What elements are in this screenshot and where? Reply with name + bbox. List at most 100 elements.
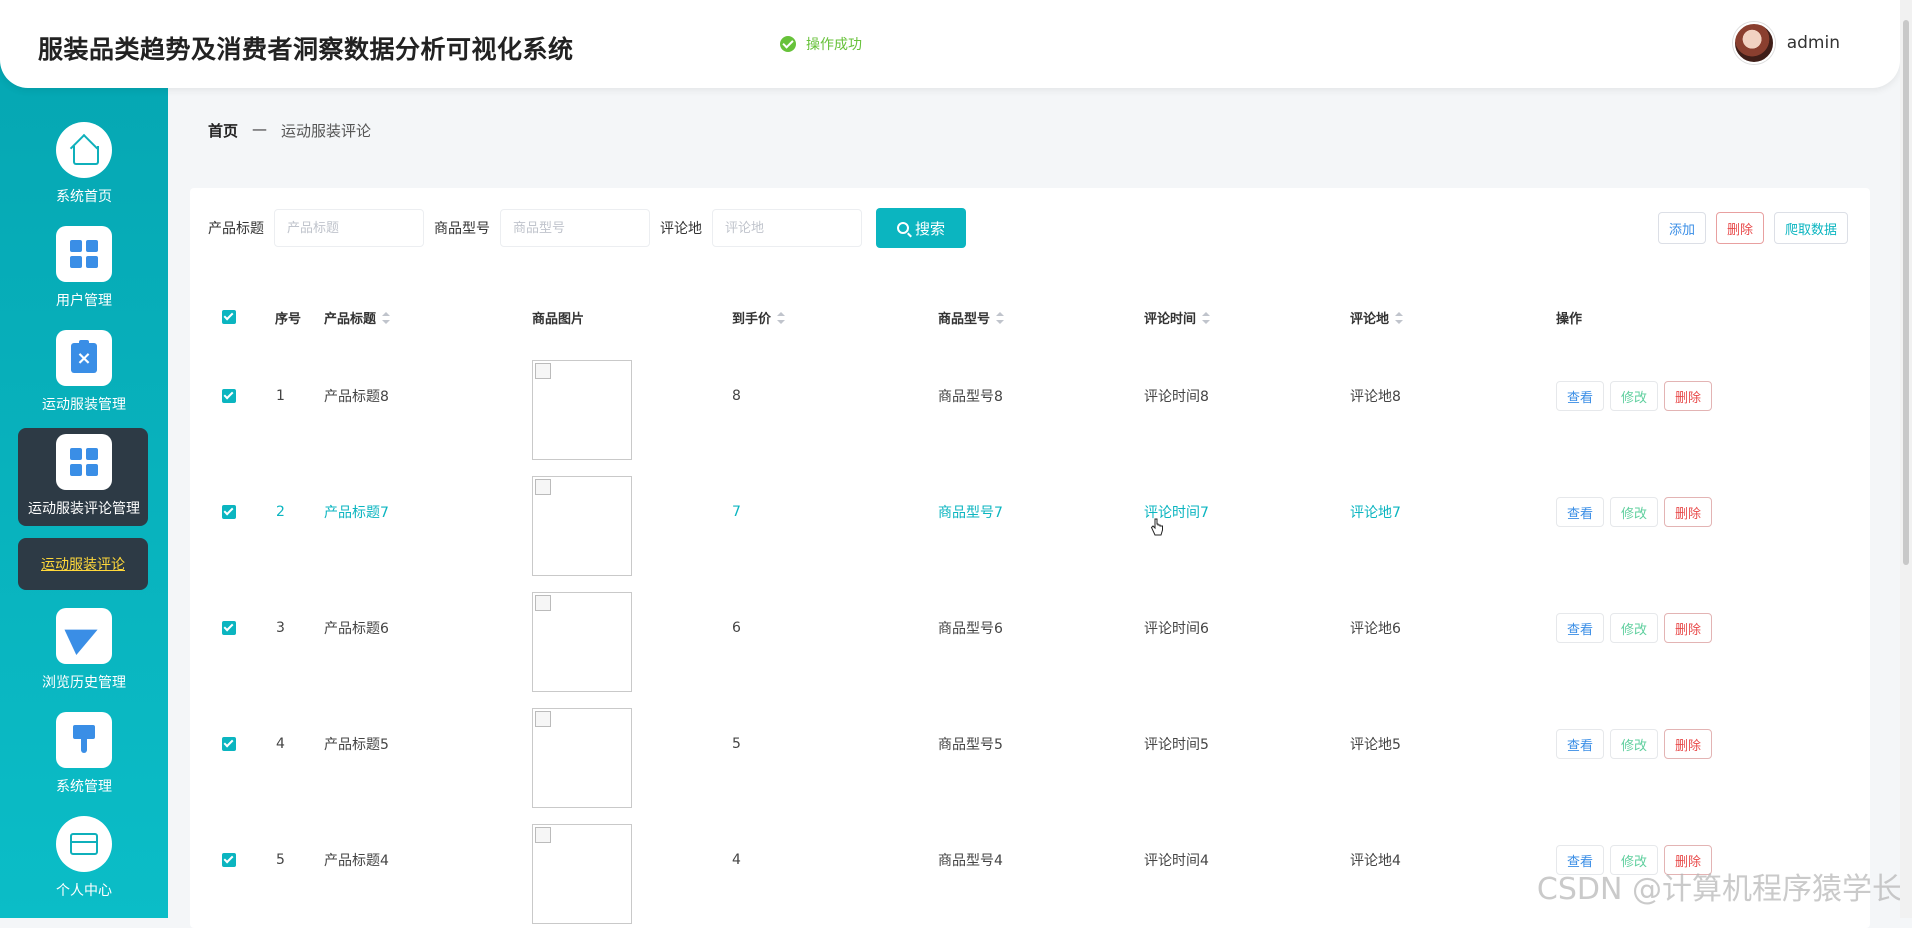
avatar[interactable] — [1733, 22, 1775, 64]
add-button[interactable]: 添加 — [1658, 212, 1706, 244]
sidebar: 系统首页 用户管理 × 运动服装管理 运动服装评论管理 运动服装评论 浏览历史管… — [0, 60, 168, 918]
history-icon-box — [56, 608, 112, 664]
card-icon — [70, 833, 98, 855]
model-filter-label: 商品型号 — [434, 218, 490, 238]
row-checkbox[interactable] — [222, 737, 236, 751]
sidebar-item-profile[interactable]: 个人中心 — [0, 816, 168, 918]
row-checkbox[interactable] — [222, 621, 236, 635]
view-button[interactable]: 查看 — [1556, 613, 1604, 643]
row-actions: 查看 修改 删除 — [1556, 381, 1712, 411]
system-icon-box — [56, 712, 112, 768]
edit-button[interactable]: 修改 — [1610, 613, 1658, 643]
cell-model: 商品型号6 — [938, 618, 1003, 638]
page-scrollbar[interactable] — [1900, 0, 1912, 918]
sort-icon[interactable] — [1202, 312, 1210, 324]
col-title[interactable]: 产品标题 — [324, 308, 390, 327]
check-circle-icon — [780, 36, 796, 52]
toast-text: 操作成功 — [806, 34, 862, 54]
sidebar-item-label: 个人中心 — [56, 880, 112, 900]
sidebar-item-sportswear-comments[interactable]: 运动服装评论管理 — [0, 434, 168, 538]
product-image[interactable] — [532, 476, 632, 576]
sort-icon[interactable] — [382, 312, 390, 324]
table-row[interactable]: 3 产品标题6 6 商品型号6 评论时间6 评论地6 查看 修改 删除 — [190, 570, 1870, 686]
edit-button[interactable]: 修改 — [1610, 729, 1658, 759]
sidebar-item-system[interactable]: 系统管理 — [0, 712, 168, 816]
paper-plane-icon — [64, 617, 103, 655]
cell-place: 评论地8 — [1350, 386, 1401, 406]
sidebar-item-sportswear[interactable]: × 运动服装管理 — [0, 330, 168, 434]
row-checkbox[interactable] — [222, 389, 236, 403]
breadcrumb-home[interactable]: 首页 — [208, 120, 238, 141]
sidebar-item-label: 浏览历史管理 — [42, 672, 126, 692]
sort-icon[interactable] — [777, 312, 785, 324]
view-button[interactable]: 查看 — [1556, 497, 1604, 527]
view-button[interactable]: 查看 — [1556, 381, 1604, 411]
row-checkbox[interactable] — [222, 505, 236, 519]
edit-button[interactable]: 修改 — [1610, 381, 1658, 411]
col-image: 商品图片 — [532, 308, 584, 327]
col-place[interactable]: 评论地 — [1350, 308, 1403, 327]
cell-model: 商品型号8 — [938, 386, 1003, 406]
grid-icon — [70, 240, 98, 268]
col-model[interactable]: 商品型号 — [938, 308, 1004, 327]
place-filter-input[interactable] — [712, 209, 862, 247]
cell-model: 商品型号5 — [938, 734, 1003, 754]
cell-price: 5 — [732, 736, 741, 752]
delete-button[interactable]: 删除 — [1664, 729, 1712, 759]
cell-price: 6 — [732, 620, 741, 636]
cell-place: 评论地4 — [1350, 850, 1401, 870]
place-filter-label: 评论地 — [660, 218, 702, 238]
table-row[interactable]: 1 产品标题8 8 商品型号8 评论时间8 评论地8 查看 修改 删除 — [190, 338, 1870, 454]
comments-icon-box — [56, 434, 112, 490]
crawl-data-button[interactable]: 爬取数据 — [1774, 212, 1848, 244]
bulk-delete-button[interactable]: 删除 — [1716, 212, 1764, 244]
cell-model: 商品型号4 — [938, 850, 1003, 870]
view-button[interactable]: 查看 — [1556, 729, 1604, 759]
table-row[interactable]: 2 产品标题7 7 商品型号7 评论时间7 评论地7 查看 修改 删除 — [190, 454, 1870, 570]
search-icon — [897, 222, 909, 234]
product-image[interactable] — [532, 360, 632, 460]
cell-index: 4 — [276, 736, 285, 752]
cell-place: 评论地5 — [1350, 734, 1401, 754]
title-filter-input[interactable] — [274, 209, 424, 247]
row-actions: 查看 修改 删除 — [1556, 613, 1712, 643]
model-filter-input[interactable] — [500, 209, 650, 247]
user-menu[interactable]: admin — [1733, 22, 1840, 64]
cell-place: 评论地7 — [1350, 502, 1401, 522]
col-index: 序号 — [275, 308, 301, 327]
sidebar-item-home[interactable]: 系统首页 — [0, 122, 168, 226]
cell-model: 商品型号7 — [938, 502, 1003, 522]
scrollbar-thumb[interactable] — [1903, 20, 1909, 565]
username[interactable]: admin — [1787, 33, 1840, 53]
sidebar-item-label: 系统首页 — [56, 186, 112, 206]
sidebar-item-history[interactable]: 浏览历史管理 — [0, 608, 168, 712]
delete-button[interactable]: 删除 — [1664, 497, 1712, 527]
row-checkbox[interactable] — [222, 853, 236, 867]
home-icon-box — [56, 122, 112, 178]
col-time[interactable]: 评论时间 — [1144, 308, 1210, 327]
col-price[interactable]: 到手价 — [732, 308, 785, 327]
delete-button[interactable]: 删除 — [1664, 381, 1712, 411]
delete-button[interactable]: 删除 — [1664, 613, 1712, 643]
product-image[interactable] — [532, 824, 632, 924]
sidebar-item-users[interactable]: 用户管理 — [0, 226, 168, 330]
cell-index: 2 — [276, 504, 285, 520]
product-image[interactable] — [532, 592, 632, 692]
select-all-checkbox[interactable] — [222, 310, 236, 324]
cell-title: 产品标题7 — [324, 502, 389, 522]
table-row[interactable]: 4 产品标题5 5 商品型号5 评论时间5 评论地5 查看 修改 删除 — [190, 686, 1870, 802]
sort-icon[interactable] — [996, 312, 1004, 324]
search-button[interactable]: 搜索 — [876, 208, 966, 248]
breadcrumb: 首页 — 运动服装评论 — [208, 120, 371, 141]
profile-icon-box — [56, 816, 112, 872]
col-title-label: 产品标题 — [324, 312, 376, 327]
sidebar-subitem-sportswear-comments[interactable]: 运动服装评论 — [18, 538, 148, 590]
cell-index: 1 — [276, 388, 285, 404]
edit-button[interactable]: 修改 — [1610, 497, 1658, 527]
product-image[interactable] — [532, 708, 632, 808]
sort-icon[interactable] — [1395, 312, 1403, 324]
cell-time: 评论时间6 — [1144, 618, 1209, 638]
cell-price: 7 — [732, 504, 741, 520]
search-bar: 产品标题 商品型号 评论地 搜索 — [208, 208, 966, 248]
sidebar-item-label: 运动服装评论管理 — [28, 498, 140, 518]
